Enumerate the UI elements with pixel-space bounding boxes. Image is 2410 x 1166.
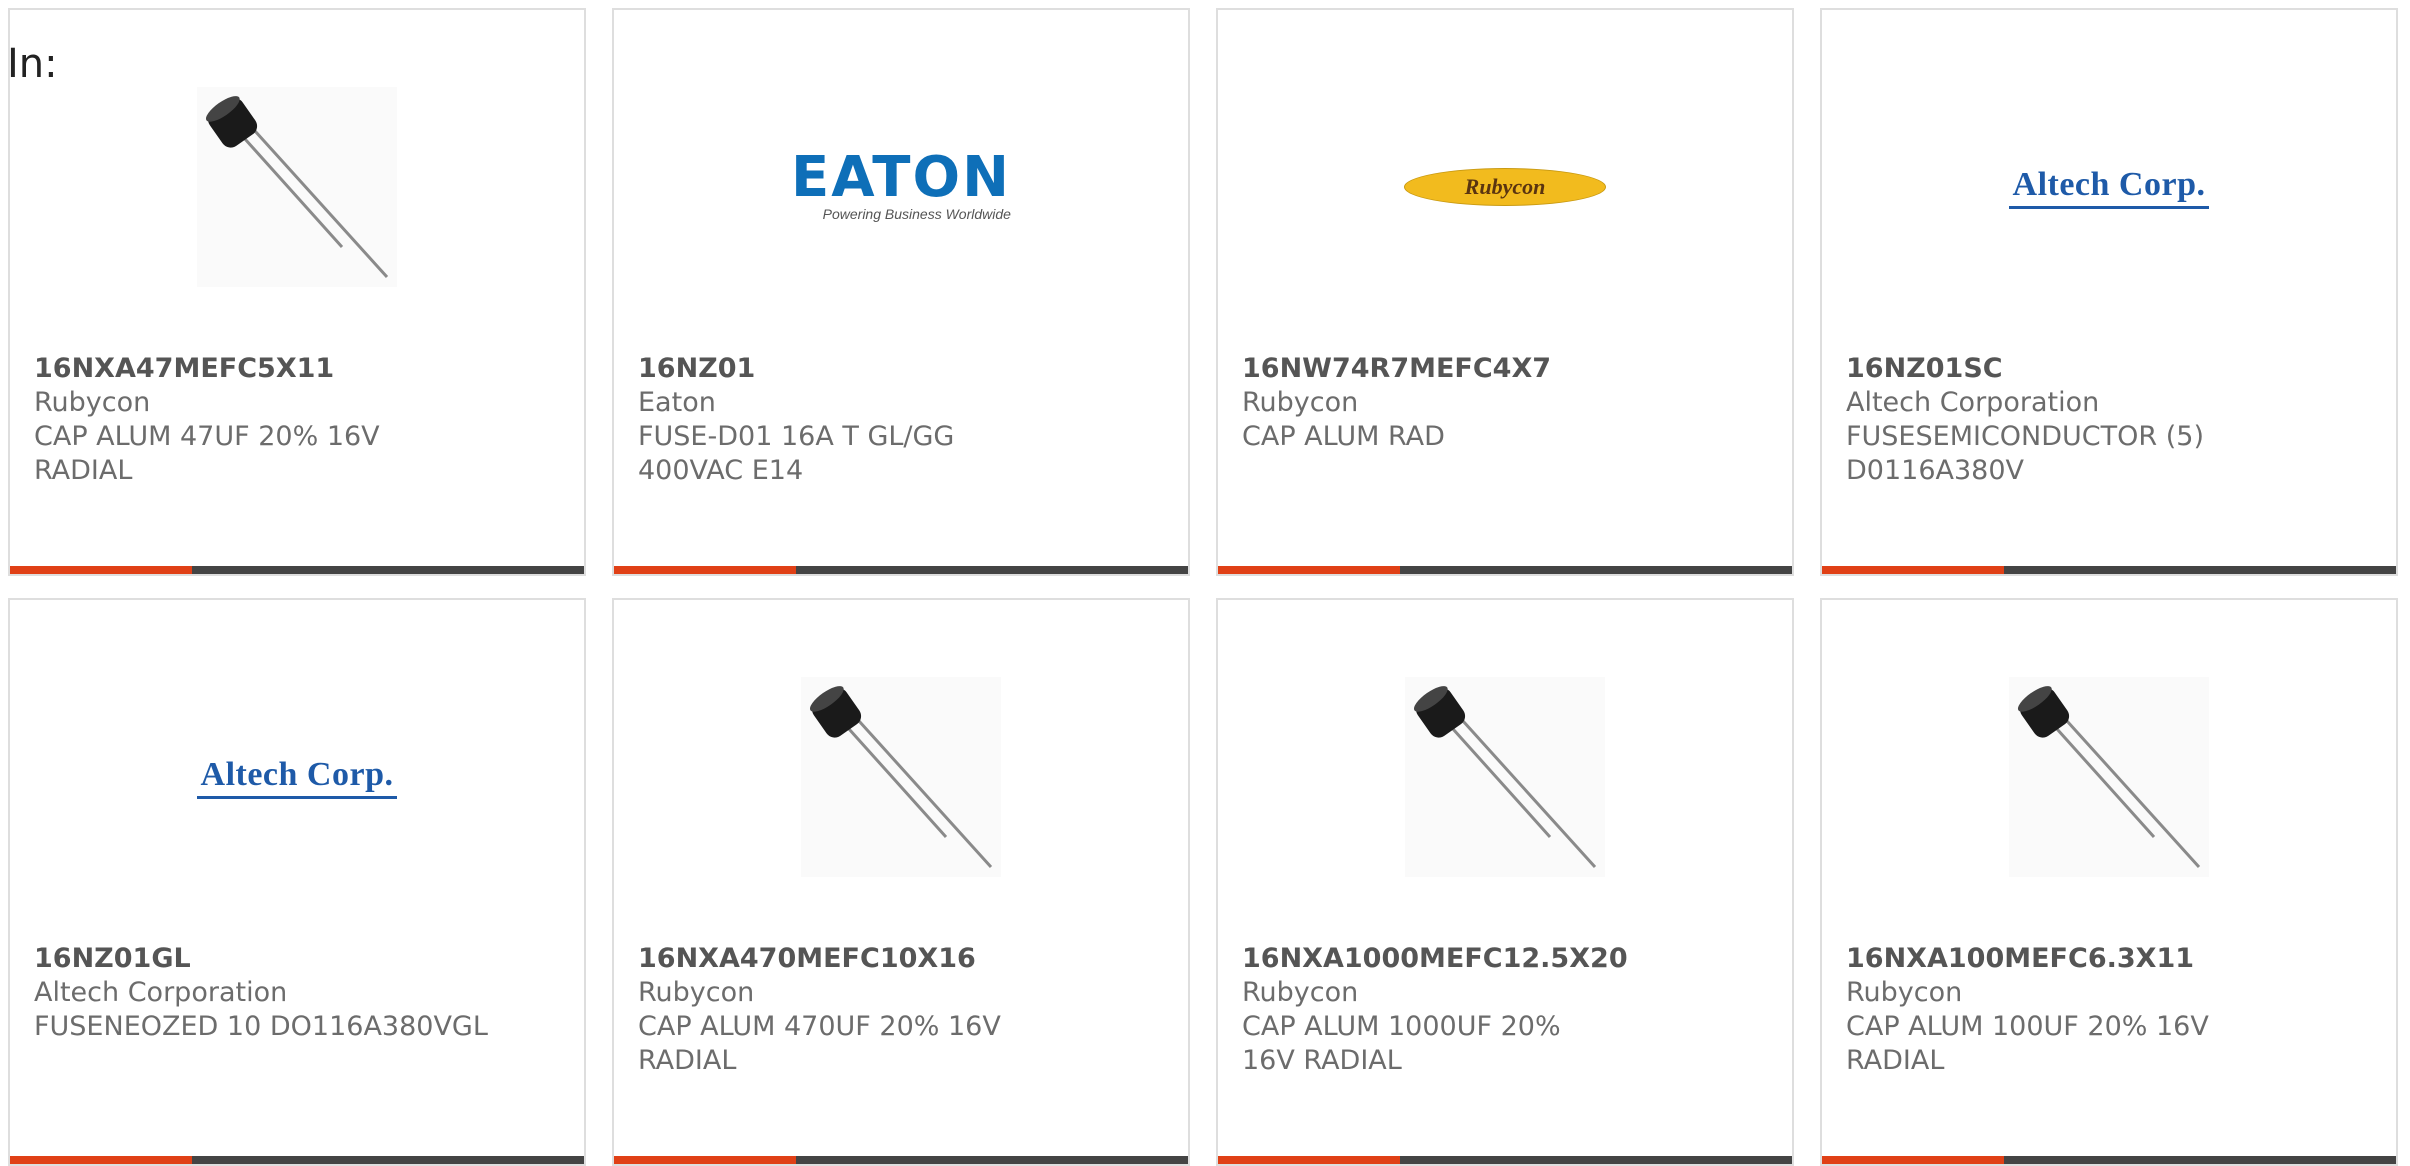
part-number[interactable]: 16NZ01 <box>638 352 1168 386</box>
description: CAP ALUM 1000UF 20% 16V RADIAL <box>1242 1011 1561 1076</box>
capacitor-image <box>197 87 397 287</box>
capacitor-image <box>1405 677 1605 877</box>
capacitor-image <box>801 677 1001 877</box>
manufacturer: Rubycon <box>1242 977 1359 1008</box>
altech-logo-underline <box>197 795 397 799</box>
part-number[interactable]: 16NXA47MEFC5X11 <box>34 352 564 386</box>
product-thumbnail[interactable] <box>1218 672 1792 882</box>
product-card[interactable]: 16NXA470MEFC10X16 Rubycon CAP ALUM 470UF… <box>612 598 1190 1166</box>
description: FUSESEMICONDUCTOR (5) D0116A380V <box>1846 421 2204 486</box>
card-footer-bar <box>1218 566 1792 574</box>
card-footer-bar <box>614 566 1188 574</box>
capacitor-image <box>2009 677 2209 877</box>
altech-logo-underline <box>2009 205 2209 209</box>
altech-logo: Altech Corp. <box>197 756 397 799</box>
product-thumbnail[interactable] <box>10 82 584 292</box>
manufacturer: Altech Corporation <box>1846 387 2100 418</box>
product-card[interactable]: Altech Corp. 16NZ01GL Altech Corporation… <box>8 598 586 1166</box>
eaton-logo-tagline: Powering Business Worldwide <box>822 206 1011 222</box>
product-card[interactable]: EATON Powering Business Worldwide 16NZ01… <box>612 8 1190 576</box>
product-thumbnail[interactable]: Altech Corp. <box>10 672 584 882</box>
product-card[interactable]: Altech Corp. 16NZ01SC Altech Corporation… <box>1820 8 2398 576</box>
product-card[interactable]: 16NXA1000MEFC12.5X20 Rubycon CAP ALUM 10… <box>1216 598 1794 1166</box>
card-accent-bar <box>1822 1156 2004 1164</box>
filter-label: In: <box>7 41 58 87</box>
product-thumbnail[interactable]: Rubycon <box>1218 82 1792 292</box>
card-accent-bar <box>614 1156 796 1164</box>
card-footer-bar <box>1218 1156 1792 1164</box>
card-accent-bar <box>10 566 192 574</box>
card-accent-bar <box>1822 566 2004 574</box>
manufacturer: Rubycon <box>1846 977 1963 1008</box>
eaton-logo: EATON Powering Business Worldwide <box>791 145 1011 223</box>
part-number[interactable]: 16NXA100MEFC6.3X11 <box>1846 942 2376 976</box>
description: CAP ALUM 47UF 20% 16V RADIAL <box>34 421 380 486</box>
altech-logo: Altech Corp. <box>2009 166 2209 209</box>
manufacturer: Rubycon <box>1242 387 1359 418</box>
manufacturer: Eaton <box>638 387 716 418</box>
eaton-logo-text: EATON <box>791 145 1011 210</box>
product-thumbnail[interactable] <box>614 672 1188 882</box>
part-number[interactable]: 16NZ01SC <box>1846 352 2376 386</box>
product-card[interactable]: 16NXA100MEFC6.3X11 Rubycon CAP ALUM 100U… <box>1820 598 2398 1166</box>
rubycon-logo-text: Rubycon <box>1464 174 1546 199</box>
product-card[interactable]: Rubycon 16NW74R7MEFC4X7 Rubycon CAP ALUM… <box>1216 8 1794 576</box>
part-number[interactable]: 16NXA470MEFC10X16 <box>638 942 1168 976</box>
card-accent-bar <box>1218 1156 1400 1164</box>
altech-logo-text: Altech Corp. <box>2012 165 2206 203</box>
manufacturer: Rubycon <box>34 387 151 418</box>
rubycon-logo: Rubycon <box>1404 168 1606 206</box>
altech-logo-text: Altech Corp. <box>200 755 394 793</box>
part-number[interactable]: 16NXA1000MEFC12.5X20 <box>1242 942 1772 976</box>
product-thumbnail[interactable]: Altech Corp. <box>1822 82 2396 292</box>
manufacturer: Rubycon <box>638 977 755 1008</box>
product-thumbnail[interactable]: EATON Powering Business Worldwide <box>614 82 1188 292</box>
part-number[interactable]: 16NZ01GL <box>34 942 564 976</box>
card-footer-bar <box>10 566 584 574</box>
card-footer-bar <box>1822 1156 2396 1164</box>
card-footer-bar <box>614 1156 1188 1164</box>
card-accent-bar <box>10 1156 192 1164</box>
description: FUSE-D01 16A T GL/GG 400VAC E14 <box>638 421 955 486</box>
product-card[interactable]: 16NXA47MEFC5X11 Rubycon CAP ALUM 47UF 20… <box>8 8 586 576</box>
description: CAP ALUM 470UF 20% 16V RADIAL <box>638 1011 1001 1076</box>
card-accent-bar <box>614 566 796 574</box>
part-number[interactable]: 16NW74R7MEFC4X7 <box>1242 352 1772 386</box>
card-footer-bar <box>10 1156 584 1164</box>
description: CAP ALUM RAD <box>1242 421 1445 452</box>
card-accent-bar <box>1218 566 1400 574</box>
card-footer-bar <box>1822 566 2396 574</box>
description: CAP ALUM 100UF 20% 16V RADIAL <box>1846 1011 2209 1076</box>
manufacturer: Altech Corporation <box>34 977 288 1008</box>
description: FUSENEOZED 10 DO116A380VGL <box>34 1011 488 1042</box>
product-thumbnail[interactable] <box>1822 672 2396 882</box>
